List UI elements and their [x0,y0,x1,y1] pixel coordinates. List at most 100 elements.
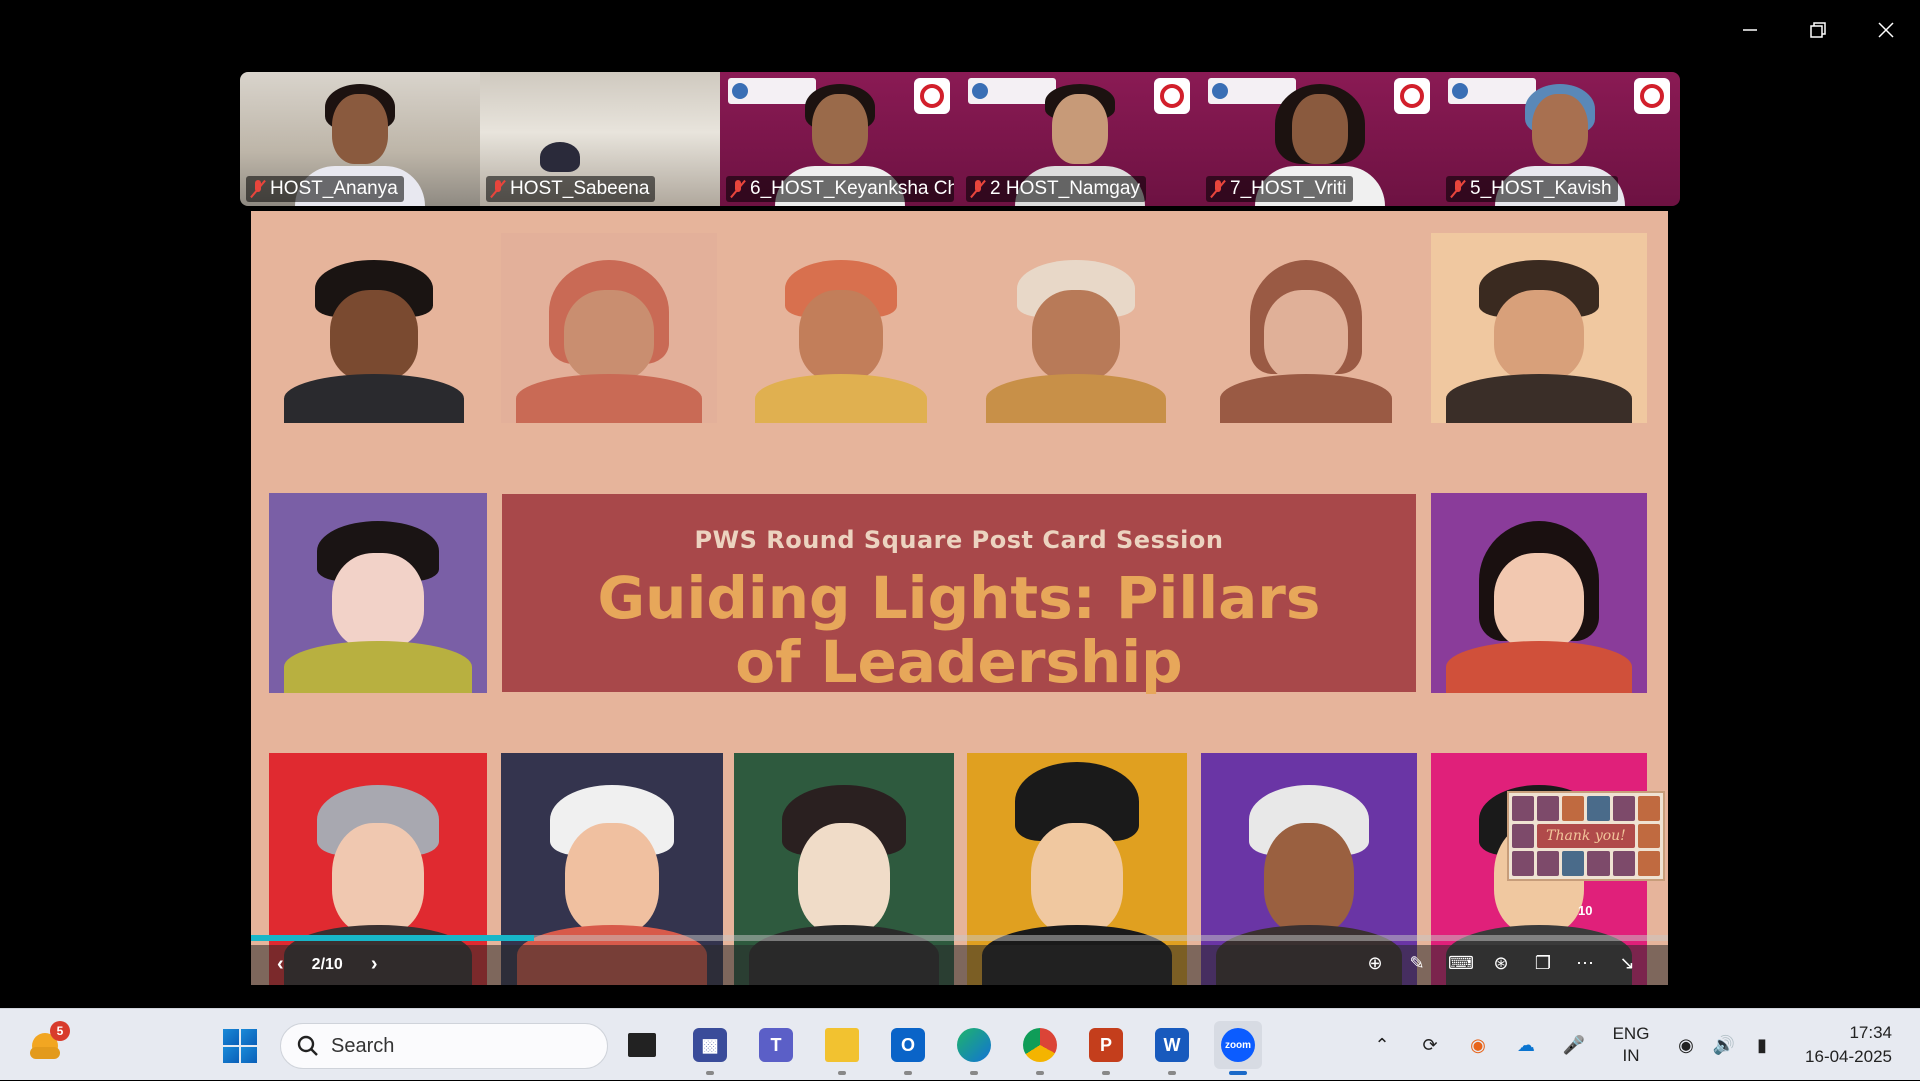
more-icon[interactable]: ⋯ [1574,953,1596,974]
clock-date: 16-04-2025 [1805,1047,1892,1066]
window-controls [1716,0,1920,60]
mic-muted-icon [970,179,986,199]
microphone-icon[interactable]: 🎤 [1562,1033,1586,1057]
leader-portrait [741,233,941,423]
taskbar-app-file-explorer[interactable] [818,1021,866,1075]
broadcast-icon[interactable]: ⊛ [1490,953,1512,974]
pen-icon[interactable]: ✎ [1406,953,1428,974]
teams-icon: T [759,1028,793,1062]
powerpoint-icon: P [1089,1028,1123,1062]
participant-video [812,94,868,164]
chrome-icon [1023,1028,1057,1062]
slide-progress-bar[interactable] [251,935,1668,941]
taskbar-app-edge[interactable] [950,1021,998,1075]
next-slide-thumbnail[interactable]: Thank you! [1507,791,1665,881]
taskbar-app-outlook[interactable]: O [884,1021,932,1075]
edge-icon [957,1028,991,1062]
chevron-up-icon[interactable]: ⌃ [1370,1033,1394,1057]
participant-name-tag: 5_HOST_Kavish [1446,176,1618,202]
school-logo [1448,78,1536,104]
leader-portrait [1431,493,1647,693]
participant-name: HOST_Ananya [270,178,398,199]
taskbar-app-word[interactable]: W [1148,1021,1196,1075]
taskbar-app-teams[interactable]: T [752,1021,800,1069]
collapse-icon[interactable]: ↘ [1616,953,1638,974]
minimize-icon [1743,29,1757,31]
taskbar-search[interactable] [280,1023,608,1069]
slide-page-indicator: 2/10 [311,955,343,973]
participant-tile[interactable]: 7_HOST_Vriti [1200,72,1440,206]
leader-portrait [1206,233,1406,423]
restore-icon [1810,22,1826,38]
participant-tile[interactable]: HOST_Sabeena [480,72,720,206]
participant-name-tag: 2 HOST_Namgay [966,176,1146,202]
round-square-logo [1634,78,1670,114]
slide-control-bar: ‹ 2/10 › ⊕ ✎ ⌨ ⊛ ❐ ⋯ ↘ [251,935,1668,985]
word-icon: W [1155,1028,1189,1062]
leader-portrait [269,493,487,693]
search-input[interactable] [331,1034,571,1058]
zoom-icon[interactable]: ⊕ [1364,953,1386,974]
mic-muted-icon [730,179,746,199]
shared-slide: PWS Round Square Post Card Session Guidi… [251,211,1668,985]
participant-name-tag: HOST_Ananya [246,176,404,202]
clock[interactable]: 17:34 16-04-2025 [1792,1021,1892,1069]
remote-desktop-icon: ▩ [693,1028,727,1062]
round-square-logo [1394,78,1430,114]
onedrive-icon[interactable]: ☁ [1514,1033,1538,1057]
participant-video [1292,94,1348,164]
system-tray: ⌃ ⟳ ◉ ☁ 🎤 [1370,1009,1586,1081]
close-button[interactable] [1852,0,1920,60]
volume-icon: 🔊 [1712,1034,1736,1055]
sync-icon[interactable]: ⟳ [1418,1033,1442,1057]
minimize-button[interactable] [1716,0,1784,60]
close-icon [1878,22,1894,38]
thank-you-label: Thank you! [1537,823,1635,849]
leader-portrait [971,233,1181,423]
participant-tile[interactable]: 6_HOST_Keyanksha Ch... [720,72,960,206]
participant-name-tag: 7_HOST_Vriti [1206,176,1353,202]
weather-widget[interactable]: 5 [30,1021,70,1061]
next-slide-button[interactable]: › [371,953,378,976]
restore-button[interactable] [1784,0,1852,60]
participant-name: 6_HOST_Keyanksha Ch... [750,178,954,199]
taskbar-app-remote-desktop[interactable]: ▩ [686,1021,734,1075]
participant-tile[interactable]: HOST_Ananya [240,72,480,206]
participant-name-tag: HOST_Sabeena [486,176,656,202]
participant-tile[interactable]: 5_HOST_Kavish [1440,72,1680,206]
keyboard-icon[interactable]: ⌨ [1448,953,1474,974]
participant-tile[interactable]: 2 HOST_Namgay [960,72,1200,206]
search-icon [297,1035,318,1056]
leader-portrait [501,233,717,423]
mic-muted-icon [1210,179,1226,199]
folder-icon [825,1028,859,1062]
quick-settings[interactable]: ◉ 🔊 ▮ [1674,1009,1774,1081]
start-button[interactable] [223,1029,257,1063]
participant-name-tag: 6_HOST_Keyanksha Ch... [726,176,954,202]
mic-muted-icon [1450,179,1466,199]
previous-slide-button[interactable]: ‹ [277,953,284,976]
taskbar-app-chrome[interactable] [1016,1021,1064,1075]
leader-portrait [1431,233,1647,423]
outlook-icon: O [891,1028,925,1062]
slide-title: Guiding Lights: Pillars of Leadership [597,564,1321,696]
participant-video [1532,94,1588,164]
window-icon[interactable]: ❐ [1532,953,1554,974]
slide-subtitle: PWS Round Square Post Card Session [694,526,1224,554]
input-language[interactable]: ENG IN [1608,1023,1654,1067]
participant-name: HOST_Sabeena [510,178,650,199]
app-tray-icon[interactable]: ◉ [1466,1033,1490,1057]
mic-muted-icon [250,179,266,199]
taskbar-app-zoom[interactable]: zoom [1214,1021,1262,1075]
participant-name: 7_HOST_Vriti [1230,178,1347,199]
leader-portrait [269,233,479,423]
participant-video [1052,94,1108,164]
school-logo [968,78,1056,104]
clock-time: 17:34 [1849,1023,1892,1042]
task-view-button[interactable] [618,1021,666,1069]
participant-strip: HOST_Ananya HOST_Sabeena 6_HOST_Keyanksh… [240,72,1680,206]
title-panel: PWS Round Square Post Card Session Guidi… [502,494,1416,696]
participant-name: 2 HOST_Namgay [990,178,1140,199]
taskbar-app-powerpoint[interactable]: P [1082,1021,1130,1075]
school-logo [728,78,816,104]
